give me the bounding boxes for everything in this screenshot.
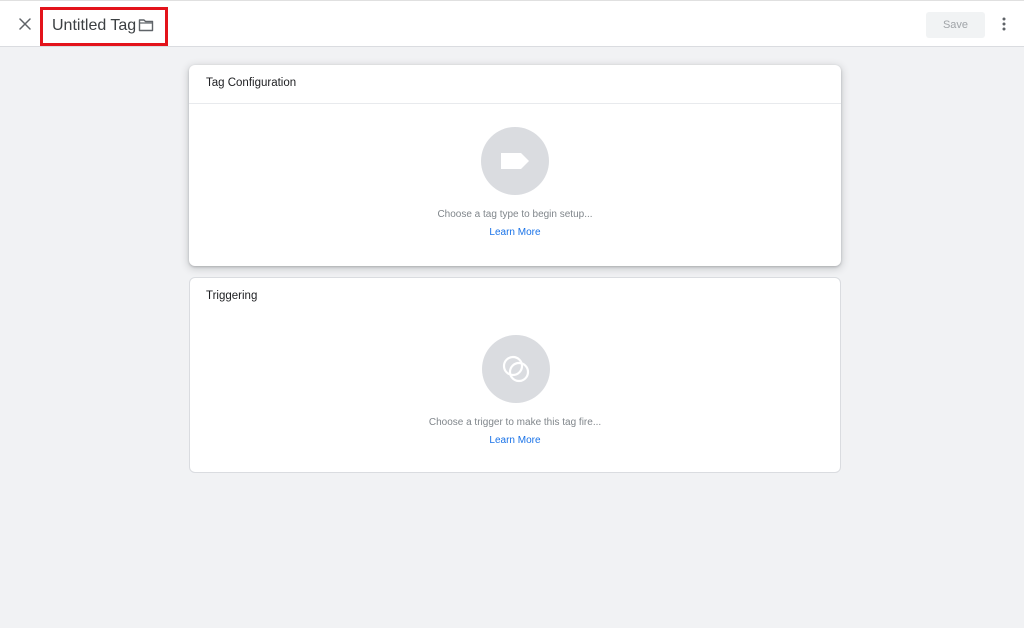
close-icon[interactable] xyxy=(14,13,36,35)
title-highlight-box: Untitled Tag xyxy=(40,7,168,46)
trigger-hint: Choose a trigger to make this tag fire..… xyxy=(428,417,602,428)
tag-configuration-card[interactable]: Tag Configuration Choose a tag type to b… xyxy=(189,65,841,266)
tag-type-hint: Choose a tag type to begin setup... xyxy=(437,209,593,220)
tag-learn-more-link[interactable]: Learn More xyxy=(189,227,841,238)
tag-configuration-heading: Tag Configuration xyxy=(189,65,841,104)
folder-icon[interactable] xyxy=(138,18,156,34)
top-bar: Untitled Tag Save xyxy=(0,0,1024,47)
triggering-heading: Triggering xyxy=(206,290,258,302)
tag-name-title[interactable]: Untitled Tag xyxy=(52,17,136,36)
triggering-card[interactable]: Triggering Choose a trigger to make this… xyxy=(189,277,841,473)
trigger-learn-more-link[interactable]: Learn More xyxy=(190,435,840,446)
trigger-icon[interactable] xyxy=(482,335,550,403)
more-vert-icon[interactable] xyxy=(996,13,1012,35)
tag-icon[interactable] xyxy=(481,127,549,195)
save-button[interactable]: Save xyxy=(926,12,985,38)
